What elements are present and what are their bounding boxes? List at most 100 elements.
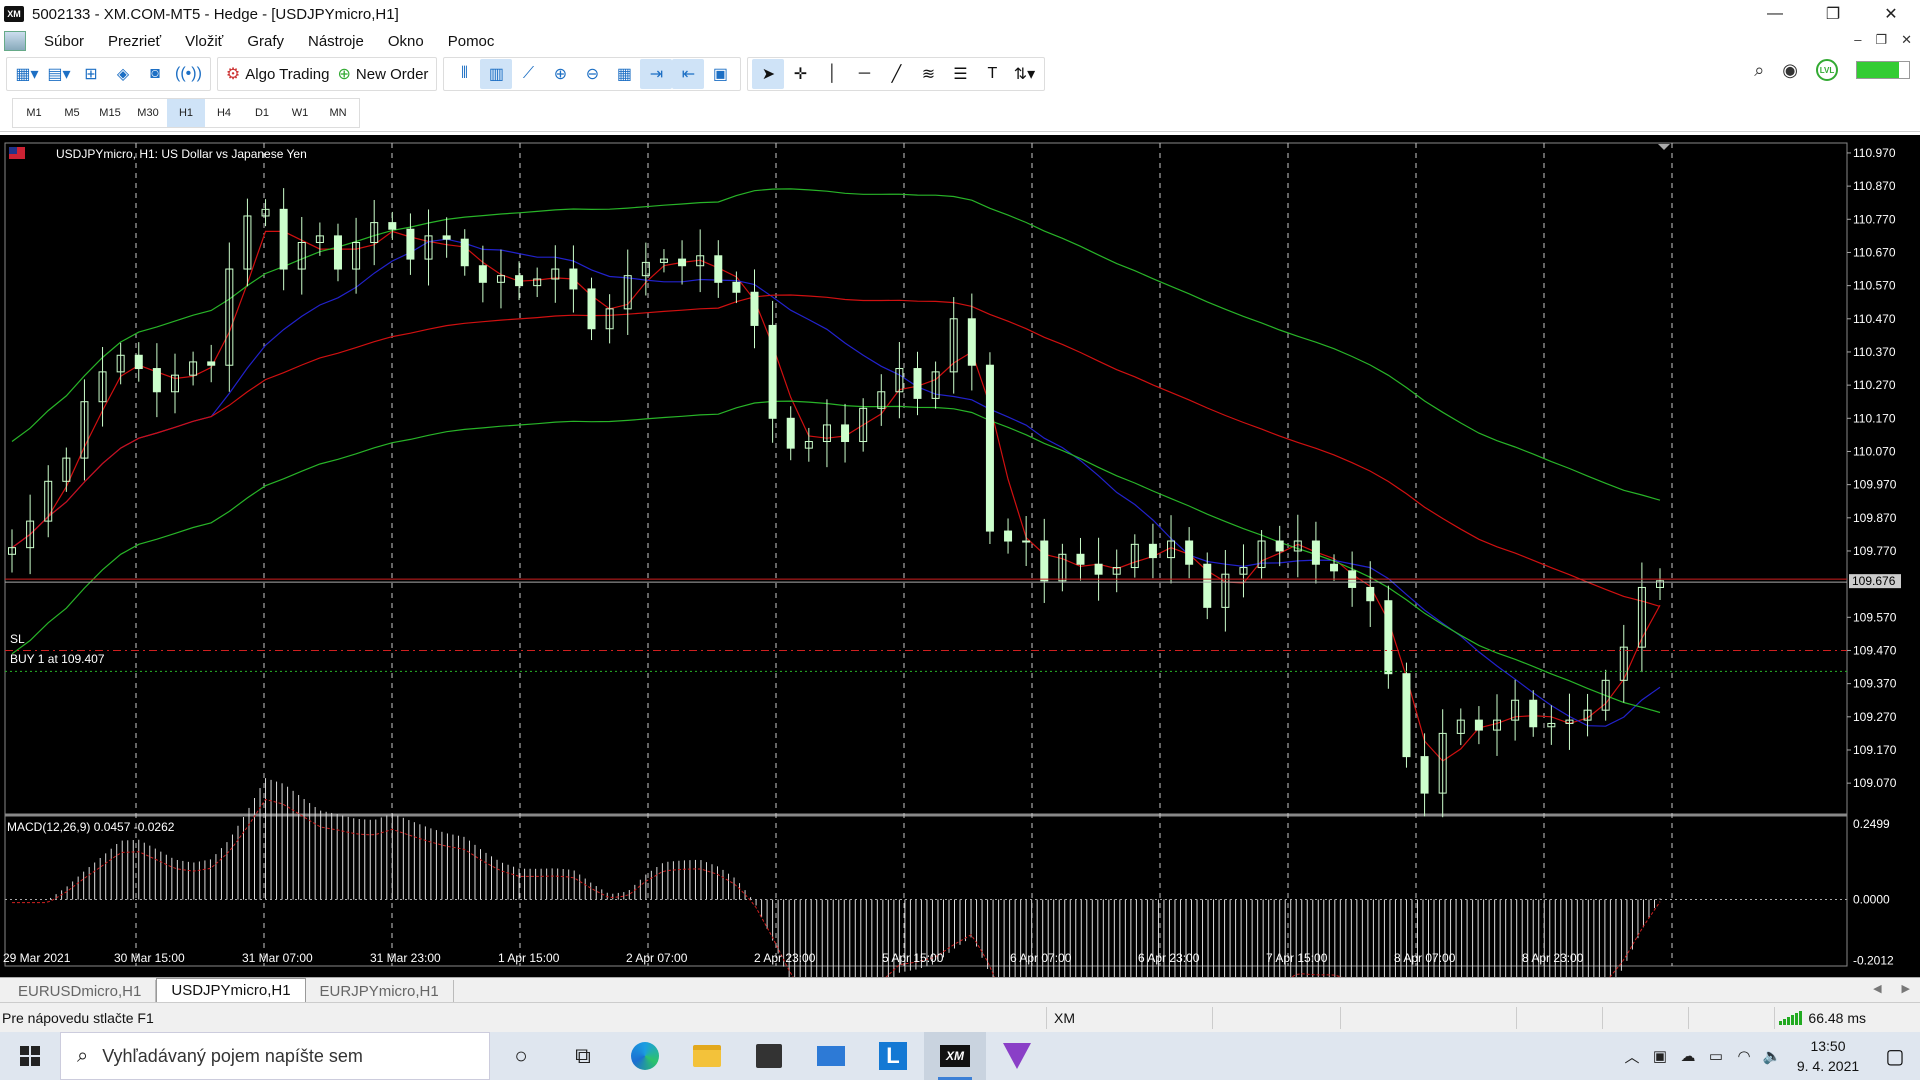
tf-m5[interactable]: M5 [53,99,91,127]
candle-bear [515,275,524,287]
fibonacci-icon[interactable]: ≋ [912,59,944,89]
tf-m15[interactable]: M15 [91,99,129,127]
level-icon[interactable]: LVL [1816,59,1838,81]
notifications-icon[interactable]: ▢ [1870,1044,1920,1069]
connection-status[interactable]: 66.48 ms [1779,1010,1866,1026]
system-tray: ︿ ▣ ☁ ▭ ◠ 🔈 13:50 9. 4. 2021 ▢ [1618,1032,1920,1080]
chart-window-icon[interactable] [4,31,26,51]
menu-window[interactable]: Okno [376,33,436,50]
start-button[interactable] [0,1032,60,1080]
chart-canvas[interactable]: 109.676 29 Mar 2021 30 Mar 15:00 31 Mar 07… [0,135,1920,977]
data-window-icon[interactable]: ◈ [107,59,139,89]
tab-eurjpy[interactable]: EURJPYmicro,H1 [306,980,454,1002]
minimize-button[interactable]: — [1746,0,1804,28]
ma-medium-line [11,238,1661,727]
market-watch-icon[interactable]: ⊞ [75,59,107,89]
edge-icon[interactable] [614,1032,676,1080]
macd-label: MACD(12,26,9) 0.0457 -0.0262 [7,820,175,834]
onedrive-icon[interactable]: ☁ [1674,1047,1702,1065]
chart-window[interactable]: 109.676 29 Mar 2021 30 Mar 15:00 31 Mar 07… [0,135,1920,977]
templates-icon[interactable]: ▣ [704,59,736,89]
tf-h1[interactable]: H1 [167,99,205,127]
cortana-icon[interactable]: ○ [490,1032,552,1080]
candle-bear [1402,673,1411,758]
tab-scroll-right-icon[interactable]: ▶ [1902,982,1910,995]
arrows-tool-icon[interactable]: ⇅▾ [1008,59,1040,89]
algo-trading-button[interactable]: ⚙ Algo Trading [222,59,334,89]
tile-windows-icon[interactable]: ▦ [608,59,640,89]
taskbar-clock[interactable]: 13:50 9. 4. 2021 [1786,1036,1870,1076]
candle-bear [1275,540,1284,552]
restore-button[interactable]: ❐ [1804,0,1862,28]
channels-icon[interactable]: ☰ [944,59,976,89]
navigator-icon[interactable]: ◙ [139,59,171,89]
xm-mt5-taskbar-icon[interactable]: XM [924,1032,986,1080]
status-separator [1212,1007,1213,1029]
candle-bear [1474,719,1483,731]
wifi-icon[interactable]: ◠ [1730,1047,1758,1065]
volume-muted-icon[interactable]: 🔈 [1758,1047,1786,1065]
text-tool-icon[interactable]: T [976,59,1008,89]
mdi-close-button[interactable]: ✕ [1901,32,1912,48]
mdi-restore-button[interactable]: ❐ [1875,32,1887,48]
menu-tools[interactable]: Nástroje [296,33,376,50]
search-icon[interactable]: ⌕ [1754,60,1764,81]
menu-charts[interactable]: Grafy [235,33,296,50]
status-separator [1340,1007,1341,1029]
tray-expand-icon[interactable]: ︿ [1618,1046,1646,1067]
close-button[interactable]: ✕ [1862,0,1920,28]
menu-file[interactable]: Súbor [32,33,96,50]
mail-icon[interactable] [800,1032,862,1080]
chart-header: USDJPYmicro, H1: US Dollar vs Japanese Y… [56,147,307,161]
new-order-button[interactable]: ⊕ New Order [334,59,433,89]
l-app-icon[interactable]: L [862,1032,924,1080]
mdi-minimize-button[interactable]: – [1854,32,1861,48]
profiles-icon[interactable]: ▤▾ [43,59,75,89]
time-tick-label: 2 Apr 23:00 [754,951,816,965]
tf-d1[interactable]: D1 [243,99,281,127]
tf-m30[interactable]: M30 [129,99,167,127]
main-toolbar: ▦▾ ▤▾ ⊞ ◈ ◙ ((•)) ⚙ Algo Trading ⊕ New O… [0,54,1920,94]
account-icon[interactable]: ◉ [1782,60,1798,81]
meet-now-icon[interactable]: ▣ [1646,1047,1674,1065]
tab-usdjpy[interactable]: USDJPYmicro,H1 [156,978,306,1002]
line-chart-icon[interactable]: ⟋ [512,59,544,89]
tf-m1[interactable]: M1 [15,99,53,127]
new-chart-icon[interactable]: ▦▾ [11,59,43,89]
taskbar-search-placeholder: Vyhľadávaný pojem napíšte sem [102,1045,363,1066]
trendline-icon[interactable]: ╱ [880,59,912,89]
menu-help[interactable]: Pomoc [436,33,507,50]
cursor-icon[interactable]: ➤ [752,59,785,89]
tf-mn[interactable]: MN [319,99,357,127]
file-explorer-icon[interactable] [676,1032,738,1080]
tf-w1[interactable]: W1 [281,99,319,127]
trade-levels: 109.676 [5,574,1901,672]
battery-icon[interactable]: ▭ [1702,1047,1730,1065]
zoom-out-icon[interactable]: ⊖ [576,59,608,89]
chart-shift-marker[interactable] [1658,144,1670,150]
time-tick-label: 2 Apr 07:00 [626,951,688,965]
menu-insert[interactable]: Vložiť [173,33,235,50]
crosshair-icon[interactable]: ✛ [784,59,816,89]
window-title: 5002133 - XM.COM-MT5 - Hedge - [USDJPYmi… [32,5,399,23]
auto-scroll-icon[interactable]: ⇥ [640,59,673,89]
candlestick-chart-icon[interactable]: ▥ [480,59,513,89]
tab-eurusd[interactable]: EURUSDmicro,H1 [4,980,157,1002]
chart-shift-icon[interactable]: ⇤ [672,59,705,89]
taskbar-search[interactable]: ⌕ Vyhľadávaný pojem napíšte sem [60,1032,490,1080]
signals-icon[interactable]: ((•)) [171,59,206,89]
price-tick-label: 110.870 [1853,179,1896,193]
bar-chart-icon[interactable]: ⫴ [448,59,480,89]
algo-trading-label: Algo Trading [245,65,330,83]
status-separator [1688,1007,1689,1029]
tf-h4[interactable]: H4 [205,99,243,127]
menu-view[interactable]: Prezrieť [96,33,173,50]
task-view-icon[interactable]: ⧉ [552,1032,614,1080]
price-tick-label: 109.870 [1853,511,1897,525]
vertical-line-icon[interactable]: │ [816,59,848,89]
v-app-icon[interactable] [986,1032,1048,1080]
horizontal-line-icon[interactable]: ─ [848,59,880,89]
store-icon[interactable] [738,1032,800,1080]
zoom-in-icon[interactable]: ⊕ [544,59,576,89]
tab-scroll-left-icon[interactable]: ◀ [1873,982,1881,995]
